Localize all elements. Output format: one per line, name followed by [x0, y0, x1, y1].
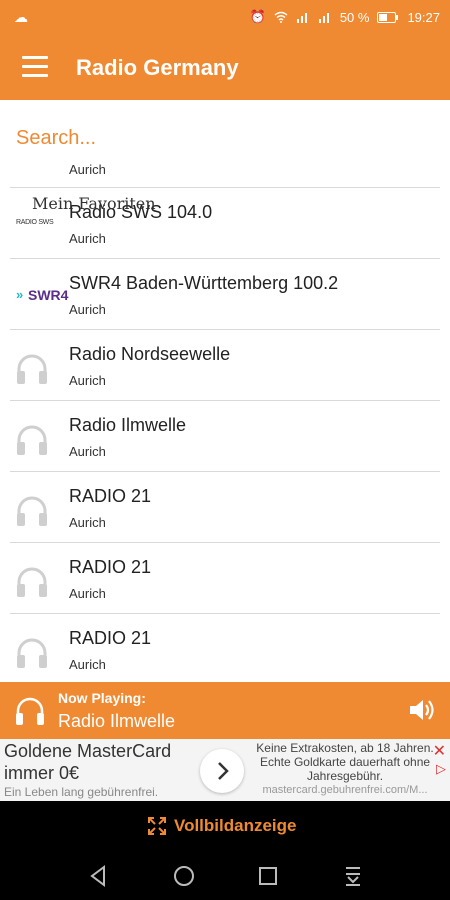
list-item[interactable]: RADIO 21 Aurich — [10, 614, 440, 682]
ad-open-button[interactable] — [200, 749, 244, 793]
ad-title-line1: Goldene MasterCard — [4, 741, 172, 761]
menu-icon[interactable] — [22, 56, 48, 78]
station-city: Aurich — [69, 302, 106, 317]
now-playing-label: Now Playing: — [58, 690, 146, 706]
adchoices-icon[interactable]: ▷ — [436, 761, 446, 777]
ad-description: Keine Extrakosten, ab 18 Jahren. Echte G… — [250, 741, 440, 797]
list-item[interactable]: Radio Ilmwelle Aurich — [10, 401, 440, 472]
list-item[interactable]: RADIO 21 Aurich — [10, 472, 440, 543]
notification-pull-icon[interactable] — [343, 865, 363, 887]
station-city: Aurich — [69, 373, 106, 388]
alarm-icon: ⏰ — [249, 9, 266, 24]
headphones-icon — [14, 636, 66, 668]
fullscreen-label: Vollbildanzeige — [174, 816, 297, 835]
home-icon[interactable] — [173, 865, 195, 887]
station-list: Aurich RADIO SWS Radio SWS 104.0 Aurich Mein… — [0, 150, 450, 682]
close-icon[interactable]: ✕ — [433, 741, 446, 761]
station-name: RADIO 21 — [69, 486, 152, 506]
station-city: Aurich — [69, 444, 106, 459]
station-name: Radio Ilmwelle — [69, 415, 187, 435]
headphones-icon — [14, 423, 66, 455]
search-input[interactable] — [16, 124, 436, 152]
list-item[interactable]: RADIO 21 Aurich — [10, 543, 440, 614]
headphones-icon — [14, 494, 66, 526]
list-item[interactable]: Aurich — [10, 150, 440, 188]
station-city: Aurich — [69, 586, 106, 601]
station-logo-text: RADIO SWS — [16, 219, 54, 226]
station-name: Radio Nordseewelle — [69, 344, 231, 364]
list-item[interactable]: » SWR4 SWR4 Baden-Württemberg 100.2 Aurich — [10, 259, 440, 330]
station-logo: » SWR4 — [14, 281, 69, 311]
system-nav-bar — [0, 853, 450, 900]
list-item[interactable]: RADIO SWS Radio SWS 104.0 Aurich Mein Favor… — [10, 188, 440, 259]
headphones-icon — [14, 352, 66, 384]
fullscreen-bar: Vollbildanzeige — [0, 801, 450, 853]
signal-icon — [296, 13, 307, 23]
now-playing-bar[interactable]: Now Playing: Radio Ilmwelle — [0, 682, 450, 739]
fullscreen-button[interactable]: Vollbildanzeige — [148, 816, 296, 836]
headphones-icon — [16, 697, 44, 725]
ad-right-text: Keine Extrakosten, ab 18 Jahren. Echte G… — [256, 741, 434, 783]
app-bar: Radio Germany — [0, 34, 450, 100]
ad-url: mastercard.gebuhrenfrei.com/M... — [262, 784, 428, 796]
notification-icon: ☁ — [14, 9, 28, 25]
station-logo: RADIO SWS — [14, 210, 66, 240]
battery-icon — [377, 11, 399, 23]
station-city: Aurich — [69, 162, 106, 177]
ad-subtitle: Ein Leben lang gebührenfrei. — [4, 785, 159, 799]
now-playing-station: Radio Ilmwelle — [58, 711, 176, 731]
favorites-overlay-text: Mein Favoriten — [32, 194, 156, 213]
wifi-icon — [274, 11, 288, 23]
station-name: RADIO 21 — [69, 557, 152, 577]
status-icons: ⏰ 50 % 19:27 — [250, 9, 440, 25]
station-city: Aurich — [69, 515, 106, 530]
ad-banner[interactable]: Goldene MasterCard immer 0€ Ein Leben la… — [0, 739, 450, 801]
recents-icon[interactable] — [258, 865, 278, 887]
expand-icon — [148, 817, 166, 835]
signal-icon-2 — [318, 13, 329, 23]
chevron-right-icon — [218, 762, 229, 780]
back-icon[interactable] — [88, 865, 108, 887]
station-name: RADIO 21 — [69, 628, 152, 648]
battery-percent: 50 % — [339, 9, 370, 25]
station-city: Aurich — [69, 231, 106, 246]
status-bar: ☁ ⏰ 50 % 19:27 — [0, 0, 450, 34]
headphones-icon — [14, 565, 66, 597]
volume-icon[interactable] — [408, 697, 436, 723]
arrow-icon: » — [16, 287, 24, 302]
clock: 19:27 — [407, 9, 440, 25]
station-name: SWR4 Baden-Württemberg 100.2 — [69, 273, 339, 293]
ad-title-line2: immer 0€ — [4, 763, 80, 783]
station-logo-text: SWR4 — [28, 287, 69, 303]
list-item[interactable]: Radio Nordseewelle Aurich — [10, 330, 440, 401]
station-city: Aurich — [69, 657, 106, 672]
page-title: Radio Germany — [76, 55, 239, 80]
